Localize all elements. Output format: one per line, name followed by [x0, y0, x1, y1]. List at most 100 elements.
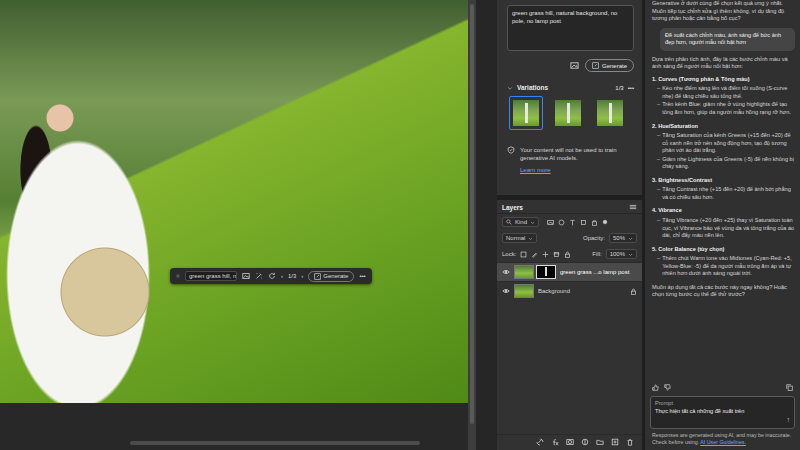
- suggestion-bullet: –Tăng Saturation của kênh Greens (+15 đế…: [652, 132, 795, 155]
- section-title: 5. Color Balance (tùy chọn): [652, 246, 795, 254]
- suggestion-bullet: –Tăng Vibrance (+20 đến +25) thay vì Sat…: [652, 217, 795, 240]
- layers-toolbar: [497, 434, 642, 450]
- adjustment-filter-icon[interactable]: [558, 219, 565, 226]
- suggestion-section: 2. Hue/Saturation–Tăng Saturation của kê…: [652, 123, 795, 172]
- variations-header[interactable]: Variations1/3•••: [507, 84, 634, 91]
- assistant-panel: Generative ở dưới cùng để chọn kết quả ư…: [645, 0, 800, 450]
- section-title: 4. Vibrance: [652, 207, 795, 215]
- suggestion-section: 5. Color Balance (tùy chọn)–Thêm chút Wa…: [652, 246, 795, 279]
- shield-icon: [507, 146, 515, 154]
- assistant-message: Dựa trên phân tích ảnh, đây là các bước …: [652, 56, 795, 71]
- prompt-field[interactable]: green grass hill, n: [185, 271, 237, 281]
- layers-tab[interactable]: Layers: [502, 204, 629, 211]
- search-icon: [506, 219, 512, 225]
- layer-name[interactable]: Background: [538, 288, 626, 294]
- chevron-icon: [628, 236, 633, 241]
- shape-filter-icon[interactable]: [580, 219, 587, 226]
- disclaimer: Responses are generated using AI, and ma…: [645, 429, 800, 450]
- trash-icon[interactable]: [626, 438, 634, 446]
- more-button[interactable]: •••: [628, 85, 634, 91]
- thumbs-down-icon[interactable]: [664, 384, 671, 391]
- copy-icon[interactable]: [786, 384, 793, 391]
- side-panels: green grass hill, natural background, no…: [497, 0, 642, 450]
- variation-thumbnail[interactable]: [551, 96, 585, 130]
- variation-counter: 1/3: [288, 273, 296, 279]
- suggestion-bullet: –Thêm chút Warm tone vào Midtones (Cyan-…: [652, 255, 795, 278]
- lock-move-icon[interactable]: [542, 251, 549, 258]
- pixel-filter-icon[interactable]: [547, 219, 554, 226]
- new-layer-icon[interactable]: [611, 438, 619, 446]
- photo-canvas[interactable]: green grass hill, n ‹ 1/3 › Generate •••: [0, 0, 468, 403]
- link-icon[interactable]: [536, 438, 544, 446]
- layer-row[interactable]: Background: [497, 281, 642, 300]
- more-button[interactable]: •••: [359, 273, 365, 279]
- section-title: 1. Curves (Tương phản & Tông màu): [652, 76, 795, 84]
- variation-thumbnail[interactable]: [593, 96, 627, 130]
- blend-mode-dropdown[interactable]: Normal: [502, 233, 537, 243]
- fill-field[interactable]: 100%: [606, 249, 637, 259]
- generate-icon: [314, 273, 321, 280]
- next-button[interactable]: ›: [301, 273, 303, 279]
- layers-panel: Layers Kind Normal Opacity: 50% Lock: Fill: 100…: [497, 200, 642, 450]
- generate-button[interactable]: Generate: [308, 271, 354, 282]
- mask-icon[interactable]: [566, 438, 574, 446]
- lock-icon[interactable]: [630, 288, 637, 295]
- chevron-icon: [530, 220, 535, 225]
- prompt-input[interactable]: PromptThực hiện tất cả những đề xuất trê…: [650, 396, 795, 429]
- filter-toggle-icon[interactable]: [602, 219, 608, 225]
- lock-label: Lock:: [502, 251, 516, 257]
- previous-button[interactable]: ‹: [281, 273, 283, 279]
- chat-messages: Generative ở dưới cùng để chọn kết quả ư…: [645, 0, 800, 382]
- horizontal-scrollbar[interactable]: [130, 441, 420, 445]
- grip-icon[interactable]: [176, 272, 180, 280]
- canvas-area: green grass hill, n ‹ 1/3 › Generate •••: [0, 0, 468, 450]
- thumbs-up-icon[interactable]: [652, 384, 659, 391]
- suggestion-section: 1. Curves (Tương phản & Tông màu)–Kéo nh…: [652, 76, 795, 118]
- variations-counter: 1/3: [615, 85, 623, 91]
- prompt-text[interactable]: Thực hiện tất cả những đề xuất trên: [655, 408, 790, 416]
- suggestion-bullet: –Tăng Contrast nhẹ (+15 đến +20) để ảnh …: [652, 186, 795, 201]
- eye-icon[interactable]: [502, 268, 510, 276]
- layer-mask[interactable]: [536, 265, 556, 279]
- reference-image-icon[interactable]: [570, 61, 579, 70]
- opacity-field[interactable]: 50%: [609, 233, 637, 243]
- smart-object-filter-icon[interactable]: [591, 219, 598, 226]
- prompt-textarea[interactable]: green grass hill, natural background, no…: [507, 5, 634, 51]
- adjustment-icon[interactable]: [581, 438, 589, 446]
- canvas-pasteboard: [0, 403, 468, 450]
- sparkle-icon[interactable]: [255, 272, 263, 280]
- lock-all-icon[interactable]: [564, 251, 571, 258]
- fx-icon[interactable]: [551, 438, 559, 446]
- lock-paint-icon[interactable]: [531, 251, 538, 258]
- type-filter-icon[interactable]: [569, 219, 576, 226]
- vertical-scrollbar[interactable]: [468, 0, 476, 450]
- suggestion-section: 3. Brightness/Contrast–Tăng Contrast nhẹ…: [652, 177, 795, 203]
- variation-thumbnail[interactable]: [509, 96, 543, 130]
- prompt-label: Prompt: [655, 400, 790, 408]
- filter-dropdown[interactable]: Kind: [502, 217, 539, 227]
- guidelines-link[interactable]: AI User Guidelines.: [700, 439, 746, 445]
- layer-name[interactable]: green grass ...o lamp post: [560, 269, 637, 275]
- opacity-label: Opacity:: [583, 235, 605, 241]
- panel-menu-icon[interactable]: [629, 203, 637, 211]
- learn-more-link[interactable]: Learn more: [520, 166, 634, 174]
- layer-row[interactable]: green grass ...o lamp post: [497, 262, 642, 281]
- image-icon[interactable]: [242, 272, 250, 280]
- generate-icon: [592, 62, 599, 69]
- content-notice: Your content will not be used to train g…: [507, 146, 634, 174]
- artboard-icon[interactable]: [553, 251, 560, 258]
- lock-pixels-icon[interactable]: [520, 251, 527, 258]
- suggestion-bullet: –Giảm nhẹ Lightness của Greens (-5) để n…: [652, 156, 795, 171]
- generate-button[interactable]: Generate: [585, 59, 634, 72]
- layer-thumbnail: [514, 284, 534, 298]
- suggestion-bullet: –Trên kênh Blue: giảm nhẹ ở vùng highlig…: [652, 101, 795, 116]
- folder-icon[interactable]: [596, 438, 604, 446]
- refresh-icon[interactable]: [268, 272, 276, 280]
- eye-icon[interactable]: [502, 287, 510, 295]
- fill-label: Fill:: [592, 251, 601, 257]
- chevron-icon: [528, 236, 533, 241]
- send-button[interactable]: ↑: [787, 415, 791, 424]
- variations-list: [507, 96, 634, 130]
- chevron-icon[interactable]: [507, 85, 513, 91]
- notice-text: Your content will not be used to train g…: [520, 147, 617, 161]
